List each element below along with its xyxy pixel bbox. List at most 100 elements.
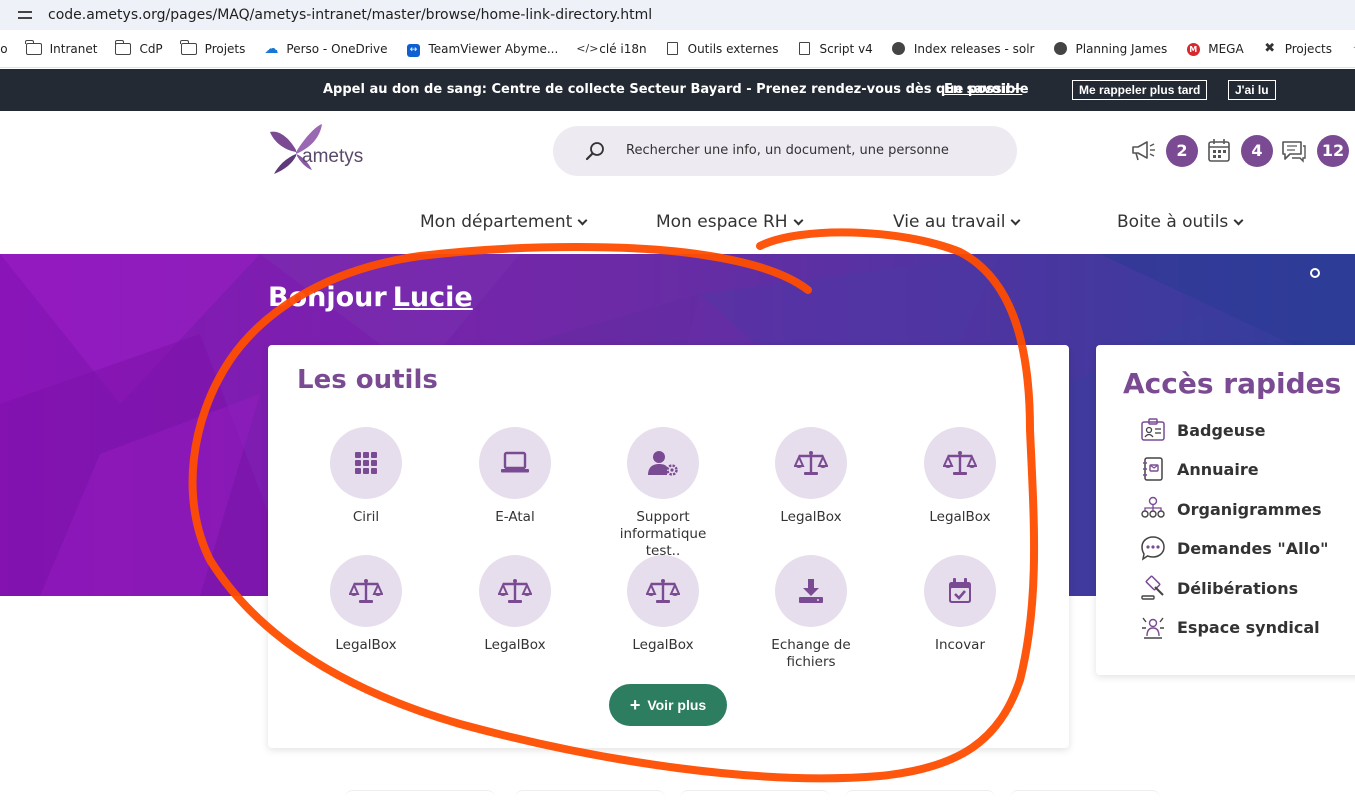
nav-mon-departement[interactable]: Mon département	[420, 212, 588, 232]
chat-icon	[1282, 141, 1306, 163]
chevron-down-icon	[1233, 215, 1244, 225]
nav-label: Mon espace RH	[656, 212, 788, 232]
messages-count-badge: 12	[1317, 135, 1349, 167]
voir-plus-button[interactable]: + Voir plus	[609, 684, 727, 726]
greeting-heading: Bonjour Lucie	[268, 282, 473, 313]
bookmark-item[interactable]: M MEGA	[1185, 42, 1244, 56]
bookmark-label: Projets	[204, 41, 246, 56]
quick-access-item[interactable]: Délibérations	[1140, 575, 1298, 601]
chat-dots-icon	[1140, 535, 1166, 561]
bookmark-label: Outils externes	[687, 41, 779, 56]
calendar-button[interactable]: 4	[1207, 135, 1273, 167]
tool-label: Support informatique test..	[619, 509, 707, 559]
folder-icon	[25, 39, 42, 55]
mega-icon: M	[1185, 42, 1201, 56]
tool-item[interactable]: LegalBox	[445, 555, 585, 654]
tool-item[interactable]: Incovar	[890, 555, 1030, 654]
bookmark-item[interactable]: ☁ Perso - OneDrive	[263, 42, 387, 56]
carousel-dot[interactable]	[1310, 268, 1320, 278]
remind-later-button[interactable]: Me rappeler plus tard	[1072, 80, 1208, 100]
quick-access-item[interactable]: Annuaire	[1140, 456, 1259, 482]
bookmark-item[interactable]: </> clé i18n	[576, 42, 646, 56]
bookmark-item[interactable]: ✖ Projects	[1262, 40, 1332, 56]
announcements-button[interactable]: 2	[1130, 135, 1198, 167]
tool-label: Ciril	[352, 509, 380, 525]
tool-item[interactable]: Support informatique test..	[593, 427, 733, 560]
quick-access-item[interactable]: Demandes "Allo"	[1140, 535, 1328, 561]
bookmark-item[interactable]: Projets	[180, 39, 246, 56]
next-section-card	[845, 790, 995, 804]
tools-icon: ✖	[1264, 40, 1276, 56]
globe-icon	[891, 41, 907, 56]
quick-access-label: Organigrammes	[1177, 499, 1322, 519]
badge-icon	[1140, 417, 1166, 443]
quick-access-item[interactable]: Badgeuse	[1140, 417, 1266, 443]
mark-read-button[interactable]: J'ai lu	[1228, 80, 1276, 100]
url-text[interactable]: code.ametys.org/pages/MAQ/ametys-intrane…	[48, 7, 652, 23]
next-section-card	[345, 790, 495, 804]
megaphone-icon	[1132, 141, 1155, 161]
tools-card: Les outils + Voir plus Ciril E-Atal Support…	[268, 345, 1069, 748]
logo-text: ametys	[302, 146, 363, 167]
tool-label: E-Atal	[495, 509, 535, 525]
tool-item[interactable]: LegalBox	[593, 555, 733, 654]
site-settings-icon[interactable]	[18, 8, 32, 22]
code-icon: </>	[576, 41, 599, 55]
quick-access-label: Demandes "Allo"	[1177, 538, 1329, 558]
bookmark-item[interactable]: so	[0, 42, 8, 56]
bookmark-item[interactable]: Index releases - solr	[891, 41, 1035, 56]
tool-item[interactable]: LegalBox	[890, 427, 1030, 526]
scale-icon	[330, 555, 402, 627]
messages-button[interactable]: 12	[1281, 135, 1349, 167]
tool-item[interactable]: E-Atal	[445, 427, 585, 526]
bookmark-item[interactable]: Script v4	[796, 41, 873, 56]
nav-label: Boite à outils	[1117, 212, 1229, 232]
search-input[interactable]: Rechercher une info, un document, une pe…	[553, 126, 1017, 176]
voir-plus-label: Voir plus	[647, 697, 707, 713]
org-chart-icon	[1140, 496, 1166, 522]
bookmark-label: Planning James	[1075, 41, 1168, 56]
nav-mon-espace-rh[interactable]: Mon espace RH	[656, 212, 804, 232]
quick-access-title: Accès rapides	[1123, 367, 1342, 400]
bookmark-item[interactable]: ✦CDTARN-186 - Dev	[1350, 41, 1355, 56]
quick-access-item[interactable]: Organigrammes	[1140, 496, 1321, 522]
union-icon	[1140, 614, 1166, 640]
chevron-down-icon	[793, 215, 804, 225]
user-name-link[interactable]: Lucie	[393, 282, 473, 313]
nav-boite-a-outils[interactable]: Boite à outils	[1117, 212, 1244, 232]
search-icon	[585, 142, 604, 161]
bookmark-item[interactable]: CdP	[114, 39, 163, 56]
tool-label: Echange de fichiers	[771, 637, 851, 670]
search-placeholder: Rechercher une info, un document, une pe…	[626, 143, 949, 158]
banner-more-link[interactable]: En savoir+	[944, 82, 1022, 97]
folder-icon	[114, 39, 132, 55]
bookmark-item[interactable]: Planning James	[1053, 41, 1168, 56]
quick-access-label: Délibérations	[1177, 578, 1299, 598]
tool-label: LegalBox	[335, 637, 397, 653]
scale-icon	[479, 555, 551, 627]
teamviewer-icon: ↔	[406, 42, 422, 57]
bookmark-item[interactable]: ↔ TeamViewer Abyme...	[406, 42, 558, 57]
tool-item[interactable]: LegalBox	[741, 427, 881, 526]
tool-item[interactable]: LegalBox	[296, 555, 436, 654]
calendar-icon	[1208, 139, 1230, 162]
bookmark-item[interactable]: Outils externes	[665, 41, 779, 56]
bookmarks-bar: so Intranet CdP Projets ☁ Perso - OneDrive ↔ Te…	[0, 30, 1355, 68]
next-section-card	[515, 790, 665, 804]
quick-access-item[interactable]: Espace syndical	[1140, 614, 1320, 640]
laptop-icon	[479, 427, 551, 499]
announcements-count-badge: 2	[1166, 135, 1198, 167]
ametys-logo[interactable]: ametys	[266, 122, 376, 176]
tool-item[interactable]: Echange de fichiers	[741, 555, 881, 671]
browser-address-bar[interactable]: code.ametys.org/pages/MAQ/ametys-intrane…	[0, 0, 1355, 30]
nav-vie-au-travail[interactable]: Vie au travail	[893, 212, 1021, 232]
bookmark-label: Intranet	[49, 41, 98, 56]
quick-access-label: Espace syndical	[1177, 617, 1320, 637]
tool-item[interactable]: Ciril	[296, 427, 436, 526]
tool-label: LegalBox	[632, 637, 694, 653]
tool-label: LegalBox	[484, 637, 546, 653]
calendar-check-icon	[924, 555, 996, 627]
bookmark-label: Projects	[1284, 41, 1332, 56]
plus-icon: +	[629, 695, 641, 715]
bookmark-item[interactable]: Intranet	[25, 39, 98, 56]
